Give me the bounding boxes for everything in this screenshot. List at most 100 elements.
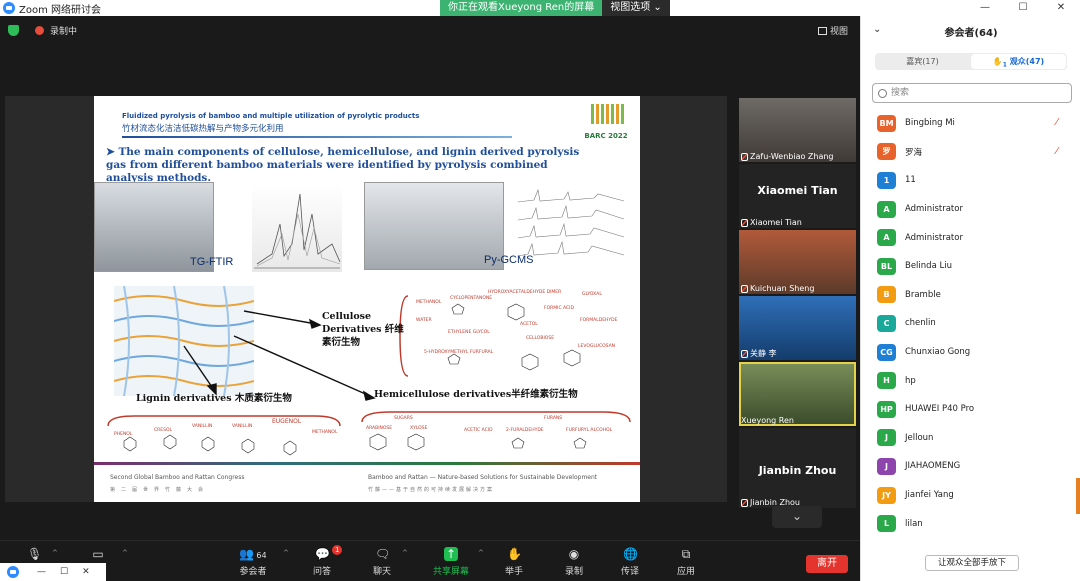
title-bar: Zoom 网络研讨会 你正在观看Xueyong Ren的屏幕 视图选项 ⌄ — … [0, 0, 1080, 16]
participant-row[interactable]: J Jelloun [861, 424, 1080, 453]
video-thumbnails: Zafu-Wenbiao Zhang Xiaomei Tian Xiaomei … [739, 98, 856, 510]
minimize-icon[interactable]: — [37, 567, 46, 577]
participant-row[interactable]: BL Belinda Liu [861, 252, 1080, 281]
close-icon[interactable]: ✕ [82, 567, 90, 577]
lower-all-hands-button[interactable]: 让观众全部手放下 [925, 555, 1019, 571]
participant-name-large: Xiaomei Tian [757, 184, 838, 197]
chem-label: PHENOL [114, 432, 133, 437]
chem-label: EUGENOL [272, 418, 302, 425]
cellulose-label: Cellulose Derivatives 纤维素衍生物 [322, 311, 404, 348]
thumbnail-tile[interactable]: Jianbin Zhou Jianbin Zhou [739, 428, 856, 508]
presentation-slide: Fluidized pyrolysis of bamboo and multip… [94, 96, 640, 502]
tab-attendees[interactable]: ✋1 观众(47) [971, 54, 1066, 69]
chevron-up-icon[interactable]: ^ [402, 549, 408, 557]
leave-button[interactable]: 离开 [806, 555, 848, 573]
chevron-up-icon[interactable]: ^ [478, 549, 484, 557]
mic-muted-icon[interactable]: ⁄ [1056, 118, 1065, 128]
thumbnail-tile[interactable]: Kuichuan Sheng [739, 230, 856, 294]
video-button[interactable]: ▭ [78, 547, 118, 564]
raise-hand-button[interactable]: ✋ 举手 [494, 547, 534, 577]
chat-icon: 🗨 [375, 547, 391, 561]
apps-icon: ⧉ [681, 547, 691, 561]
chevron-up-icon[interactable]: ^ [283, 549, 289, 557]
participant-name: 11 [905, 175, 916, 186]
meeting-toolbar: 🎙 ^ ▭ ^ 👥 64 参会者 ^ 💬 问答 1 🗨 聊天 ^ ↑ 共享屏幕 ^ ✋ 举… [0, 540, 860, 581]
chem-label: FURFURYL ALCOHOL [566, 428, 613, 433]
participant-row[interactable]: 1 11 [861, 166, 1080, 195]
scroll-down-button[interactable]: ⌄ [772, 506, 822, 528]
maximize-button[interactable]: ☐ [1004, 0, 1042, 16]
chevron-up-icon[interactable]: ^ [122, 549, 128, 557]
status-indicators: 录制中 [8, 24, 77, 37]
slide-footer-bar [94, 462, 640, 465]
hemicellulose-label: Hemicellulose derivatives半纤维素衍生物 [374, 389, 578, 400]
avatar: L [877, 515, 896, 533]
participant-row[interactable]: Llilan [861, 509, 1080, 538]
participant-row[interactable]: 罗罗海 ⁄ [861, 138, 1080, 167]
thumbnail-tile[interactable]: Zafu-Wenbiao Zhang [739, 98, 856, 162]
share-screen-icon: ↑ [444, 547, 458, 561]
minimized-window-bar: — ☐ ✕ [0, 563, 106, 581]
thumbnail-tile-active-speaker[interactable]: Xueyong Ren [739, 362, 856, 426]
footer-left-cn: 第二届世界竹藤大会 [110, 487, 210, 493]
participant-row[interactable]: Hhp [861, 366, 1080, 395]
chem-label: CYCLOPENTANONE [450, 296, 493, 301]
window-controls: — ☐ ✕ [966, 0, 1080, 16]
participant-row[interactable]: HP HUAWEI P40 Pro [861, 395, 1080, 424]
participant-row[interactable]: BM Bingbing Mi ⁄ [861, 109, 1080, 138]
participant-row[interactable]: B Bramble [861, 281, 1080, 310]
scrollbar-handle[interactable] [1076, 478, 1080, 514]
avatar: H [877, 372, 896, 390]
participant-name: JIAHAOMENG [905, 461, 961, 472]
minimize-button[interactable]: — [966, 0, 1004, 16]
participant-row[interactable]: CG Chunxiao Gong [861, 338, 1080, 367]
maximize-icon[interactable]: ☐ [60, 567, 68, 577]
grid-view-icon [817, 26, 827, 35]
participant-row[interactable]: J JIAHAOMENG [861, 452, 1080, 481]
avatar: A [877, 229, 896, 247]
chevron-up-icon[interactable]: ^ [52, 549, 58, 557]
participant-row[interactable]: A Administrator [861, 223, 1080, 252]
globe-icon: 🌐 [623, 547, 638, 561]
footer-right-cn: 竹藤——基于自然的可持续发展解决方案 [368, 487, 495, 493]
participant-row[interactable]: JY Jianfei Yang [861, 481, 1080, 510]
view-options-button[interactable]: 视图选项 ⌄ [602, 0, 670, 16]
record-button[interactable]: ◉ 录制 [554, 547, 594, 577]
thumbnail-tile[interactable]: Xiaomei Tian Xiaomei Tian [739, 164, 856, 228]
viewing-screen-label: 你正在观看Xueyong Ren的屏幕 [440, 0, 603, 16]
chem-label: SUGARS [394, 416, 413, 421]
chem-label: WATER [416, 318, 432, 323]
record-dot-icon [35, 26, 44, 35]
chem-label: HYDROXYACETALDEHYDE DIMER [488, 290, 562, 295]
shield-icon[interactable] [8, 25, 19, 36]
chem-label: XYLOSE [410, 426, 428, 431]
participants-button[interactable]: 👥 64 参会者 [228, 547, 278, 577]
participant-name: chenlin [905, 318, 936, 329]
share-screen-button[interactable]: ↑ 共享屏幕 [428, 547, 474, 577]
chem-label: 5-HYDROXYMETHYL FURFURAL [424, 350, 494, 355]
avatar: J [877, 457, 896, 475]
view-button[interactable]: 视图 [817, 24, 848, 37]
chem-label: CELLOBIOSE [526, 336, 555, 341]
avatar: A [877, 200, 896, 218]
close-button[interactable]: ✕ [1042, 0, 1080, 16]
footer-left: Second Global Bamboo and Rattan Congress [110, 474, 245, 481]
avatar: BM [877, 114, 896, 132]
interpretation-button[interactable]: 🌐 传译 [610, 547, 650, 577]
mic-off-icon: 🎙 [27, 547, 43, 561]
pathway-arrows [107, 295, 631, 456]
chem-label: ARABINOSE [366, 426, 393, 431]
participant-name: Bingbing Mi [905, 118, 955, 129]
mic-muted-icon[interactable]: ⁄ [1056, 146, 1065, 157]
mic-muted-icon [741, 498, 748, 507]
chem-label: ACETOL [520, 322, 538, 327]
apps-button[interactable]: ⧉ 应用 [666, 547, 706, 577]
participant-row[interactable]: Cchenlin [861, 309, 1080, 338]
mic-button[interactable]: 🎙 [14, 547, 54, 564]
search-input[interactable]: 搜索 [872, 83, 1072, 103]
participant-name: Belinda Liu [905, 261, 952, 272]
participant-row[interactable]: A Administrator [861, 195, 1080, 224]
thumbnail-tile[interactable]: 关静 李 [739, 296, 856, 360]
tab-panelists[interactable]: 嘉宾(17) [875, 53, 970, 70]
chat-button[interactable]: 🗨 聊天 [362, 547, 402, 577]
